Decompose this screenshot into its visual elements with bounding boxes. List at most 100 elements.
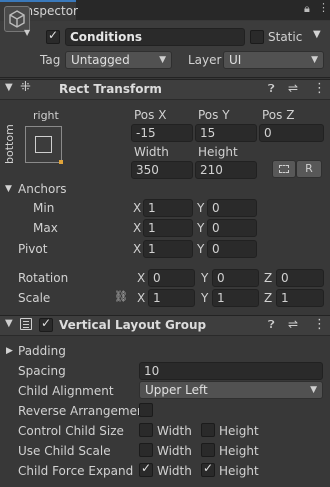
scale-width-label: Width — [157, 444, 192, 458]
layer-value: UI — [229, 53, 242, 67]
static-dropdown-arrow[interactable]: ▼ — [313, 29, 321, 40]
anchor-v-label: bottom — [3, 124, 16, 164]
help-icon[interactable]: ❓︎ — [268, 318, 275, 332]
anchor-point-icon — [59, 160, 63, 164]
control-height-checkbox[interactable] — [201, 423, 215, 437]
scale-z-input[interactable]: 1 — [276, 289, 324, 307]
scale-height-checkbox[interactable] — [201, 443, 215, 457]
active-checkbox[interactable] — [46, 28, 60, 44]
min-y-input[interactable]: 0 — [207, 199, 257, 217]
anchor-presets-button[interactable] — [25, 126, 63, 164]
scale-label: Scale — [18, 291, 51, 305]
max-x-input[interactable]: 1 — [143, 219, 193, 237]
tab-label: Inspector — [22, 4, 78, 18]
presets-icon[interactable]: ⇌ — [288, 317, 298, 331]
more-menu-icon[interactable]: ⋮ — [313, 81, 326, 96]
scale-x-input[interactable]: 1 — [148, 289, 195, 307]
expand-width-label: Width — [157, 464, 192, 478]
rect-transform-icon: ⁜ — [20, 80, 31, 95]
component-enabled-checkbox[interactable] — [39, 316, 53, 332]
constrain-proportions-icon[interactable]: ⛓︎ — [114, 290, 128, 303]
component-title: Rect Transform — [59, 82, 162, 96]
min-y-label: Y — [197, 201, 205, 215]
expand-height-checkbox[interactable] — [201, 461, 215, 477]
rect-transform-header[interactable]: ▼ ⁜ Rect Transform ❓︎ ⇌ ⋮ — [0, 79, 330, 100]
blueprint-mode-button[interactable] — [272, 160, 296, 178]
raw-edit-button[interactable]: R — [296, 160, 322, 178]
control-width-checkbox[interactable] — [139, 423, 153, 437]
more-menu-icon[interactable]: ⋮ — [318, 1, 329, 14]
pivot-x-label: X — [133, 242, 142, 256]
scale-height-label: Height — [219, 444, 259, 458]
height-input[interactable]: 210 — [195, 161, 257, 179]
blueprint-icon — [279, 165, 289, 173]
pivot-x-input[interactable]: 1 — [143, 240, 193, 258]
rotation-label: Rotation — [18, 271, 69, 285]
spacing-input[interactable]: 10 — [139, 362, 323, 380]
icon-dropdown-arrow[interactable]: ▼ — [24, 28, 30, 37]
width-label: Width — [134, 145, 169, 159]
fold-arrow-icon[interactable]: ▼ — [5, 82, 13, 93]
posy-label: Pos Y — [198, 108, 230, 122]
reverse-arrangement-checkbox[interactable] — [139, 403, 153, 417]
fold-arrow-icon[interactable]: ▼ — [5, 318, 13, 329]
tag-dropdown[interactable]: Untagged ▼ — [65, 51, 172, 69]
padding-fold-icon[interactable]: ▶ — [6, 346, 13, 356]
tag-value: Untagged — [71, 53, 130, 67]
layer-label: Layer — [188, 53, 222, 67]
posz-label: Pos Z — [262, 108, 295, 122]
vertical-layout-group-header[interactable]: ▼ Vertical Layout Group ❓︎ ⇌ ⋮ — [0, 315, 330, 336]
child-alignment-value: Upper Left — [145, 383, 208, 397]
padding-label: Padding — [18, 344, 66, 358]
scale-z-label: Z — [264, 291, 273, 305]
control-height-label: Height — [219, 424, 259, 438]
max-y-label: Y — [197, 221, 205, 235]
child-alignment-dropdown[interactable]: Upper Left ▼ — [139, 381, 323, 399]
static-checkbox[interactable] — [250, 30, 264, 44]
posy-input[interactable]: 15 — [195, 124, 257, 142]
scale-y-input[interactable]: 1 — [212, 289, 259, 307]
max-x-label: X — [133, 221, 142, 235]
min-x-input[interactable]: 1 — [143, 199, 193, 217]
max-y-input[interactable]: 0 — [207, 219, 257, 237]
component-title: Vertical Layout Group — [59, 318, 207, 332]
scale-width-checkbox[interactable] — [139, 443, 153, 457]
scale-x-label: X — [137, 291, 146, 305]
anchors-fold-icon[interactable]: ▼ — [5, 184, 12, 194]
rot-z-label: Z — [264, 271, 273, 285]
reverse-arrangement-label: Reverse Arrangement — [18, 404, 150, 418]
control-child-size-label: Control Child Size — [18, 424, 124, 438]
use-child-scale-label: Use Child Scale — [18, 444, 111, 458]
posz-input[interactable]: 0 — [259, 124, 324, 142]
help-icon[interactable]: ❓︎ — [268, 82, 275, 96]
layout-group-icon — [20, 318, 32, 330]
more-menu-icon[interactable]: ⋮ — [313, 317, 326, 332]
height-label: Height — [198, 145, 238, 159]
object-name-input[interactable]: Conditions — [65, 28, 245, 46]
max-label: Max — [33, 221, 58, 235]
tag-label: Tag — [40, 53, 61, 67]
rot-y-label: Y — [201, 271, 209, 285]
rot-y-input[interactable]: 0 — [212, 269, 259, 287]
pivot-y-input[interactable]: 0 — [207, 240, 257, 258]
layer-dropdown[interactable]: UI ▼ — [223, 51, 324, 69]
pivot-y-label: Y — [197, 242, 205, 256]
rot-z-input[interactable]: 0 — [276, 269, 324, 287]
min-x-label: X — [133, 201, 142, 215]
scale-y-label: Y — [201, 291, 209, 305]
static-label: Static — [268, 30, 303, 44]
expand-width-checkbox[interactable] — [139, 461, 153, 477]
width-input[interactable]: 350 — [131, 161, 193, 179]
pivot-label: Pivot — [18, 242, 48, 256]
spacing-label: Spacing — [18, 364, 66, 378]
control-width-label: Width — [157, 424, 192, 438]
posx-input[interactable]: -15 — [131, 124, 193, 142]
presets-icon[interactable]: ⇌ — [288, 81, 298, 95]
expand-height-label: Height — [219, 464, 259, 478]
lock-icon[interactable]: 🔒︎ — [304, 2, 310, 16]
child-force-expand-label: Child Force Expand — [18, 464, 134, 478]
anchor-h-label: right — [33, 109, 59, 122]
rot-x-input[interactable]: 0 — [148, 269, 195, 287]
anchor-rect-icon — [35, 136, 52, 153]
rot-x-label: X — [137, 271, 146, 285]
